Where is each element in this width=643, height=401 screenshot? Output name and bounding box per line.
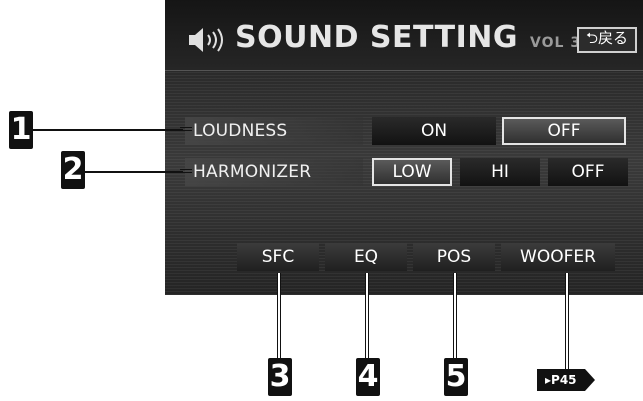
harmonizer-low-button[interactable]: LOW xyxy=(372,158,452,186)
leader-line-woofer xyxy=(565,273,569,369)
harmonizer-label: HARMONIZER xyxy=(185,158,363,186)
leader-line-1 xyxy=(33,129,183,131)
callout-3: 3 xyxy=(268,358,292,396)
header-bar: SOUND SETTING VOL 38 ⮌戻る xyxy=(165,0,643,70)
title-row: SOUND SETTING VOL 38 xyxy=(187,20,592,60)
leader-line-2 xyxy=(85,171,183,173)
sound-setting-screen: SOUND SETTING VOL 38 ⮌戻る LOUDNESS ON OFF… xyxy=(165,0,643,295)
leader-line-1-end xyxy=(180,127,192,131)
loudness-on-button[interactable]: ON xyxy=(372,117,496,145)
speaker-icon xyxy=(189,28,223,52)
page-title: SOUND SETTING xyxy=(235,20,519,55)
woofer-button[interactable]: WOOFER xyxy=(501,243,615,271)
harmonizer-hi-button[interactable]: HI xyxy=(460,158,540,186)
loudness-off-button[interactable]: OFF xyxy=(502,117,626,145)
leader-line-2-end xyxy=(180,169,192,173)
sfc-button[interactable]: SFC xyxy=(237,243,319,271)
eq-button[interactable]: EQ xyxy=(325,243,407,271)
leader-line-3 xyxy=(277,273,281,359)
back-button[interactable]: ⮌戻る xyxy=(577,27,637,53)
leader-line-4 xyxy=(365,273,369,359)
loudness-label: LOUDNESS xyxy=(185,117,363,145)
leader-line-5 xyxy=(453,273,457,359)
page-reference-label: ▸P45 xyxy=(545,373,577,387)
pos-button[interactable]: POS xyxy=(413,243,495,271)
callout-2: 2 xyxy=(61,151,85,189)
callout-1: 1 xyxy=(9,111,33,149)
callout-4: 4 xyxy=(356,358,380,396)
harmonizer-off-button[interactable]: OFF xyxy=(548,158,628,186)
callout-5: 5 xyxy=(444,358,468,396)
header-divider xyxy=(165,70,643,71)
